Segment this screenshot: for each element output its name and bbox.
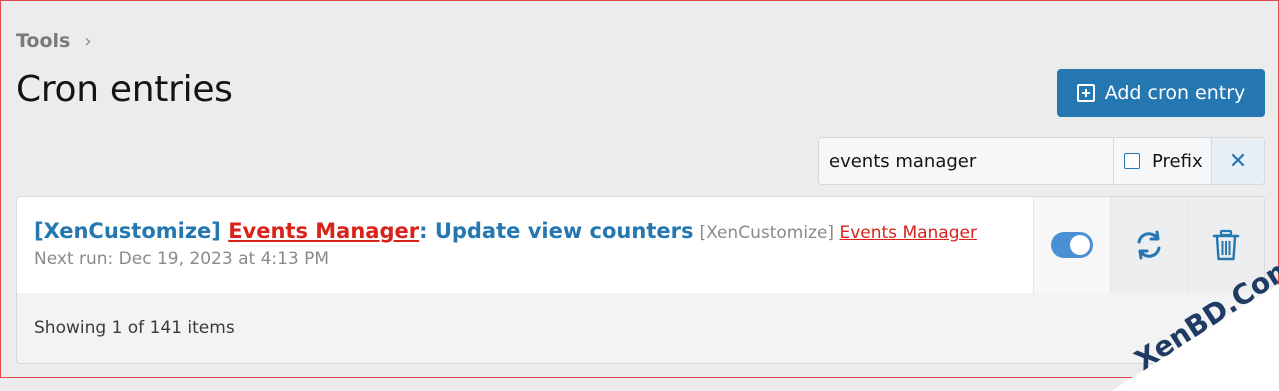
filter-input[interactable] [819, 138, 1113, 184]
refresh-icon [1137, 230, 1161, 260]
add-cron-entry-button[interactable]: Add cron entry [1057, 69, 1265, 117]
cron-entry-next-run: Next run: Dec 19, 2023 at 4:13 PM [34, 249, 330, 269]
prefix-label: Prefix [1152, 150, 1203, 172]
prefix-checkbox[interactable] [1124, 153, 1140, 169]
enable-toggle-cell[interactable] [1033, 197, 1110, 293]
list-footer: Showing 1 of 141 items [17, 293, 1264, 363]
cron-entry-list: [XenCustomize] Events Manager: Update vi… [16, 196, 1265, 364]
close-icon: ✕ [1228, 148, 1248, 174]
chevron-right-icon: › [84, 30, 92, 52]
cron-entry-addon-highlight: Events Manager [839, 223, 977, 243]
filter-bar: Prefix ✕ [818, 137, 1265, 185]
cron-entry-title-prefix: [XenCustomize] [34, 219, 229, 243]
list-item: [XenCustomize] Events Manager: Update vi… [17, 197, 1264, 294]
cron-entry-title-line: [XenCustomize] Events Manager: Update vi… [34, 219, 1033, 243]
item-count-text: Showing 1 of 141 items [34, 318, 235, 338]
prefix-toggle[interactable]: Prefix [1113, 138, 1211, 184]
cron-entry-main[interactable]: [XenCustomize] Events Manager: Update vi… [17, 197, 1033, 293]
page-title: Cron entries [16, 69, 233, 110]
trash-icon [1212, 229, 1240, 261]
cron-entry-title-highlight: Events Manager [228, 219, 420, 243]
breadcrumb-tools-link[interactable]: Tools [16, 30, 70, 52]
cron-entry-title[interactable]: [XenCustomize] Events Manager: Update vi… [34, 219, 693, 243]
cron-entry-addon-prefix: [XenCustomize] [699, 223, 840, 243]
enable-toggle[interactable] [1051, 232, 1093, 258]
plus-square-icon [1076, 84, 1095, 102]
delete-button[interactable] [1187, 197, 1264, 293]
run-now-button[interactable] [1110, 197, 1187, 293]
breadcrumb: Tools › [16, 30, 92, 52]
cron-entry-title-suffix: : Update view counters [419, 219, 694, 243]
add-cron-entry-label: Add cron entry [1104, 82, 1246, 104]
clear-filter-button[interactable]: ✕ [1211, 138, 1264, 184]
cron-entry-addon: [XenCustomize] Events Manager [699, 223, 977, 243]
